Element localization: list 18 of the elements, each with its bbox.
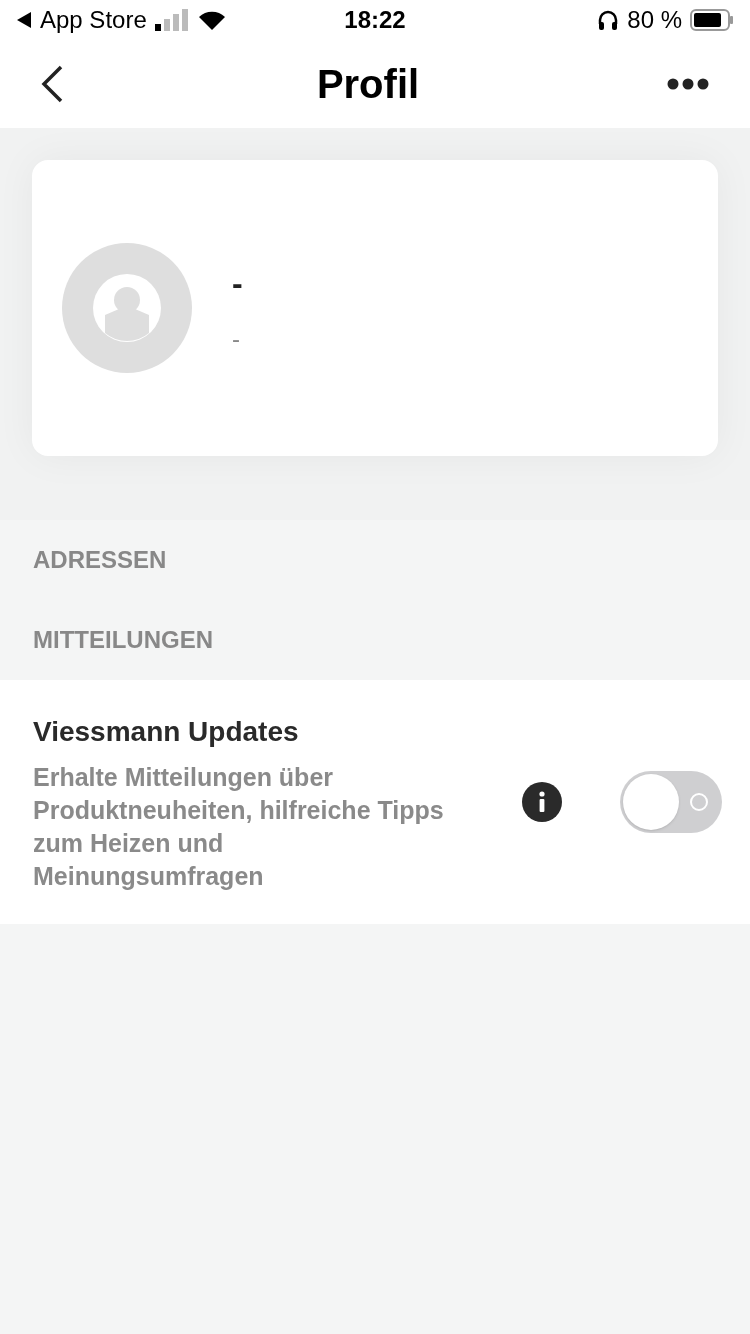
status-time: 18:22 — [343, 5, 407, 35]
section-header: MITTEILUNGEN — [33, 625, 213, 655]
notification-description: Erhalte Mitteilungen über Produktneuheiten, hilfreiche Tipps zum Heizen und Meinungsumfragen — [33, 762, 445, 892]
back-app-label[interactable]: App Store — [40, 2, 147, 38]
avatar-icon — [62, 243, 192, 373]
back-icon — [40, 65, 64, 103]
signal-icon — [154, 9, 189, 31]
info-icon[interactable] — [522, 782, 562, 822]
section-header: ADRESSEN — [33, 545, 167, 575]
battery-percent: 80 % — [627, 5, 682, 35]
battery-icon — [690, 9, 734, 31]
page-title: Profil — [316, 61, 420, 108]
notification-title: Viessmann Updates — [33, 715, 300, 749]
back-triangle-icon — [16, 11, 32, 29]
profile-subtitle: - — [232, 324, 241, 354]
headphones-icon — [597, 9, 620, 31]
profile-name: - — [232, 264, 243, 303]
more-icon — [667, 78, 709, 90]
